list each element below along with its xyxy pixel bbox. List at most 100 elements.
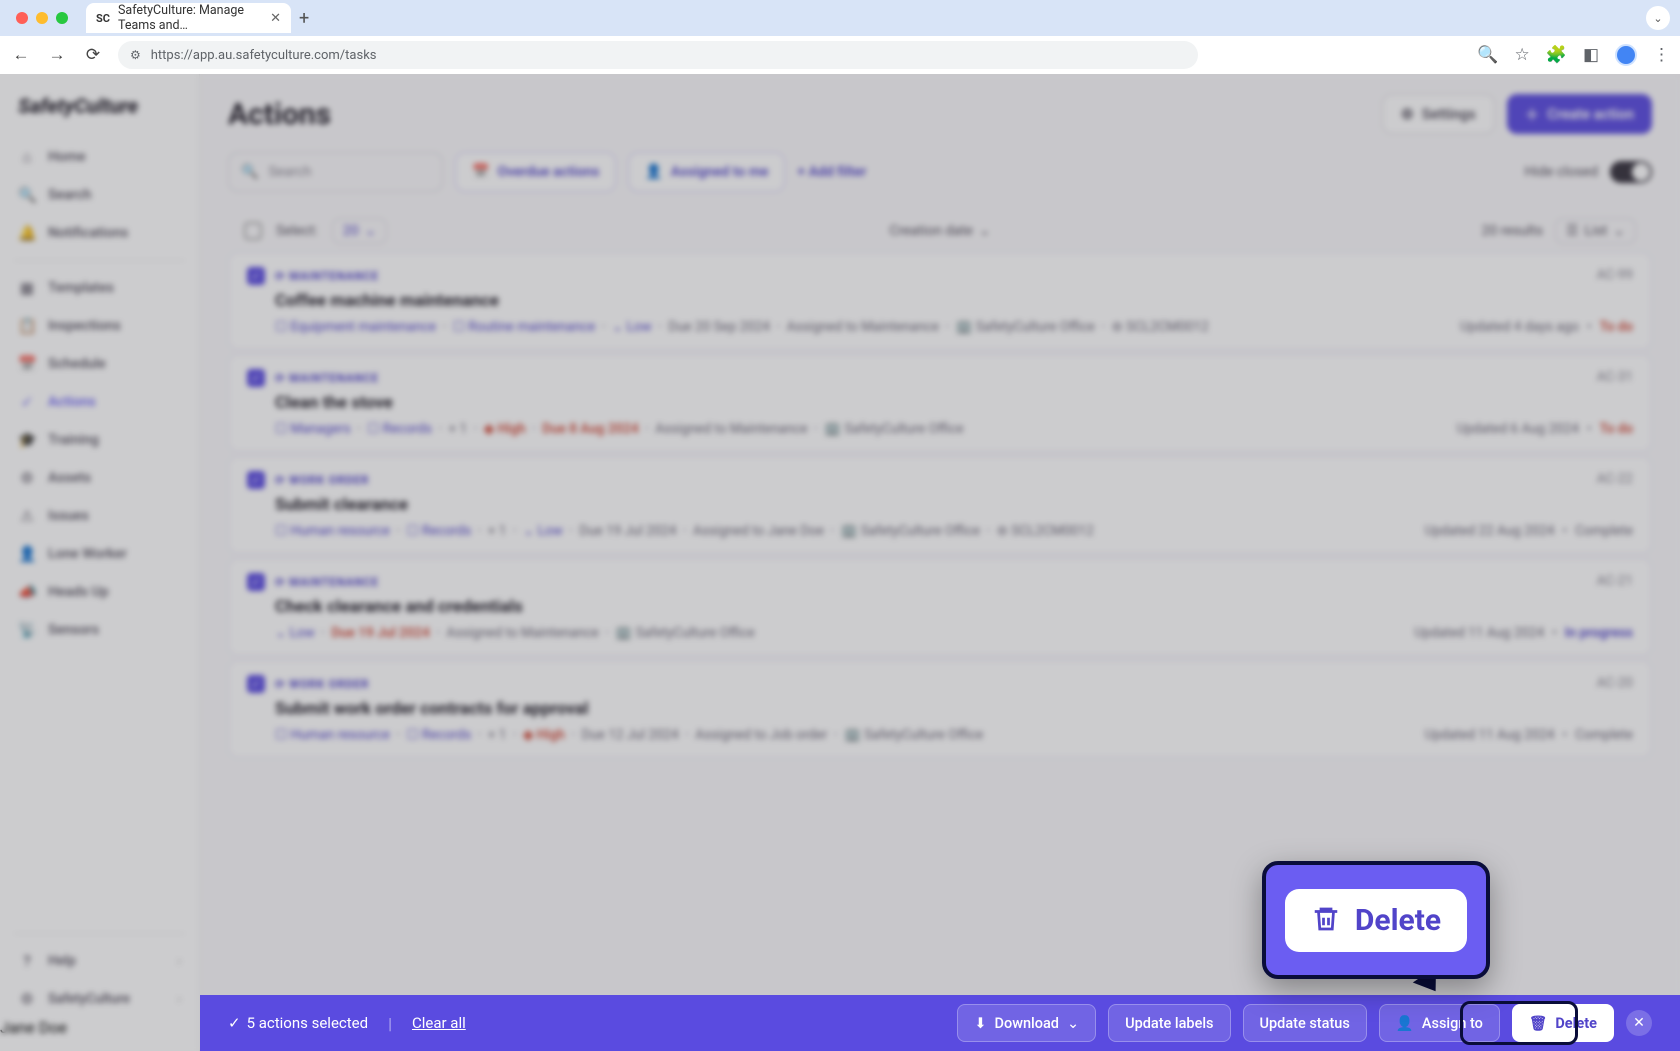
gear-icon: ⚙ <box>18 990 36 1008</box>
create-action-button[interactable]: ＋Create action <box>1507 94 1652 134</box>
action-code: AC-31 <box>1597 369 1633 385</box>
sidebar-item-headsup[interactable]: 📣Heads Up <box>0 573 199 611</box>
hide-closed-toggle[interactable] <box>1610 161 1652 183</box>
profile-avatar[interactable] <box>1615 44 1637 66</box>
update-labels-button[interactable]: Update labels <box>1108 1004 1230 1042</box>
action-card[interactable]: AC-31 ✓ ⟳ MAINTENANCE Clean the stove ☐ … <box>228 354 1652 452</box>
sidebar: SafetyCulture ⌂Home 🔍Search 🔔Notificatio… <box>0 74 200 1051</box>
site: 🏢 SafetyCulture Office <box>824 421 963 437</box>
download-icon: ⬇ <box>974 1015 986 1032</box>
action-card[interactable]: AC-21 ✓ ⟳ MAINTENANCE Check clearance an… <box>228 558 1652 656</box>
row-checkbox[interactable]: ✓ <box>247 267 265 285</box>
updated-at: Updated 11 Aug 2024 <box>1414 625 1544 641</box>
sidebar-item-notifications[interactable]: 🔔Notifications <box>0 214 199 252</box>
sidebar-item-inspections[interactable]: 📋Inspections <box>0 307 199 345</box>
sidebar-item-help[interactable]: ?Help› <box>0 942 199 980</box>
training-icon: 🎓 <box>18 431 36 449</box>
sidebar-item-templates[interactable]: ▦Templates <box>0 269 199 307</box>
download-button[interactable]: ⬇Download⌄ <box>957 1004 1096 1042</box>
user-icon: 👤 <box>645 164 662 180</box>
reload-icon[interactable]: ⟳ <box>82 45 104 65</box>
close-tab-icon[interactable]: ✕ <box>270 11 281 26</box>
settings-button[interactable]: ⚙Settings <box>1382 94 1495 134</box>
category-badge: ⟳ MAINTENANCE <box>275 269 379 283</box>
clear-selection-button[interactable]: Clear all <box>412 1014 466 1032</box>
delete-button[interactable]: 🗑Delete <box>1512 1004 1614 1042</box>
back-icon[interactable]: ← <box>10 45 32 65</box>
action-title: Clean the stove <box>275 393 1633 413</box>
site-settings-icon[interactable]: ⚙ <box>130 48 141 62</box>
close-bar-button[interactable]: ✕ <box>1626 1010 1652 1036</box>
browser-tab[interactable]: SC SafetyCulture: Manage Teams and… ✕ <box>86 3 291 33</box>
sidebar-item-sensors[interactable]: 📡Sensors <box>0 611 199 649</box>
priority-badge: ⌄ Low <box>612 319 652 335</box>
extra-count: + 1 <box>449 421 468 437</box>
action-code: AC-20 <box>1597 675 1633 691</box>
extensions-icon[interactable]: 🧩 <box>1546 45 1567 65</box>
priority-badge: ◈ High <box>484 421 526 437</box>
sidebar-item-issues[interactable]: ⚠Issues <box>0 497 199 535</box>
row-checkbox[interactable]: ✓ <box>247 369 265 387</box>
assign-to-button[interactable]: 👤Assign to <box>1379 1004 1500 1042</box>
bookmark-icon[interactable]: ☆ <box>1515 45 1530 65</box>
action-title: Coffee machine maintenance <box>275 291 1633 311</box>
row-checkbox[interactable]: ✓ <box>247 573 265 591</box>
sidebar-item-loneworker[interactable]: 👤Lone Worker <box>0 535 199 573</box>
sidebar-item-assets[interactable]: ⚙Assets <box>0 459 199 497</box>
window-controls[interactable] <box>10 12 68 24</box>
select-count-dropdown[interactable]: 20⌄ <box>332 218 387 244</box>
sort-dropdown[interactable]: Creation date⌄ <box>889 223 990 239</box>
action-card[interactable]: AC-20 ✓ ⟳ WORK ORDER Submit work order c… <box>228 660 1652 758</box>
magnified-delete-callout: Delete <box>1262 861 1490 979</box>
issues-icon: ⚠ <box>18 507 36 525</box>
browser-menu-icon[interactable]: ⋮ <box>1653 45 1670 65</box>
action-card[interactable]: AC-22 ✓ ⟳ WORK ORDER Submit clearance ☐ … <box>228 456 1652 554</box>
action-code: AC-21 <box>1597 573 1633 589</box>
url-bar[interactable]: ⚙ https://app.au.safetyculture.com/tasks <box>118 41 1198 69</box>
label-tag[interactable]: ☐ Human resource <box>275 523 390 539</box>
label-tag[interactable]: ☐ Managers <box>275 421 351 437</box>
due-date: Due 12 Jul 2024 <box>582 727 679 743</box>
sidebar-item-actions[interactable]: ✓Actions <box>0 383 199 421</box>
tabs-overflow-icon[interactable]: ⌄ <box>1646 6 1670 30</box>
row-checkbox[interactable]: ✓ <box>247 471 265 489</box>
plus-icon: ＋ <box>1525 104 1540 125</box>
label-tag[interactable]: ☐ Routine maintenance <box>453 319 596 335</box>
sidebar-item-schedule[interactable]: 📅Schedule <box>0 345 199 383</box>
help-icon: ? <box>18 952 36 970</box>
updated-at: Updated 22 Aug 2024 <box>1425 523 1555 539</box>
sidebar-org-switcher[interactable]: ⚙ SafetyCulture › <box>0 980 199 1018</box>
filter-overdue[interactable]: 📅Overdue actions <box>455 152 616 192</box>
forward-icon[interactable]: → <box>46 45 68 65</box>
label-tag[interactable]: ☐ Human resource <box>275 727 390 743</box>
zoom-icon[interactable]: 🔍 <box>1477 45 1498 65</box>
search-input[interactable]: 🔍Search <box>228 152 443 192</box>
label-tag[interactable]: ☐ Records <box>367 421 432 437</box>
side-panel-icon[interactable]: ◧ <box>1583 45 1599 65</box>
update-status-button[interactable]: Update status <box>1243 1004 1367 1042</box>
brand-logo[interactable]: SafetyCulture <box>0 88 199 138</box>
action-card[interactable]: AC-99 ✓ ⟳ MAINTENANCE Coffee machine mai… <box>228 252 1652 350</box>
add-filter-button[interactable]: + Add filter <box>797 164 866 180</box>
label-tag[interactable]: ☐ Records <box>406 523 471 539</box>
asset: ⊚ SCL2CM0012 <box>997 523 1094 539</box>
label-tag[interactable]: ☐ Records <box>406 727 471 743</box>
label-tag[interactable]: ☐ Equipment maintenance <box>275 319 436 335</box>
status-badge: In progress <box>1565 625 1633 641</box>
sidebar-item-home[interactable]: ⌂Home <box>0 138 199 176</box>
view-mode-dropdown[interactable]: ☰List⌄ <box>1555 218 1636 244</box>
trash-icon <box>1311 903 1341 938</box>
updated-at: Updated 4 days ago <box>1460 319 1579 335</box>
filter-assigned-to-me[interactable]: 👤Assigned to me <box>628 152 785 192</box>
home-icon: ⌂ <box>18 148 36 166</box>
select-all-checkbox[interactable] <box>244 222 262 240</box>
updated-at: Updated 6 Aug 2024 <box>1457 421 1579 437</box>
action-title: Check clearance and credentials <box>275 597 1633 617</box>
assignee: Assigned to Maintenance <box>655 421 807 437</box>
new-tab-button[interactable]: + <box>299 8 309 29</box>
sidebar-item-search[interactable]: 🔍Search <box>0 176 199 214</box>
row-checkbox[interactable]: ✓ <box>247 675 265 693</box>
category-badge: ⟳ MAINTENANCE <box>275 371 379 385</box>
chevron-right-icon: › <box>177 954 181 968</box>
sidebar-item-training[interactable]: 🎓Training <box>0 421 199 459</box>
